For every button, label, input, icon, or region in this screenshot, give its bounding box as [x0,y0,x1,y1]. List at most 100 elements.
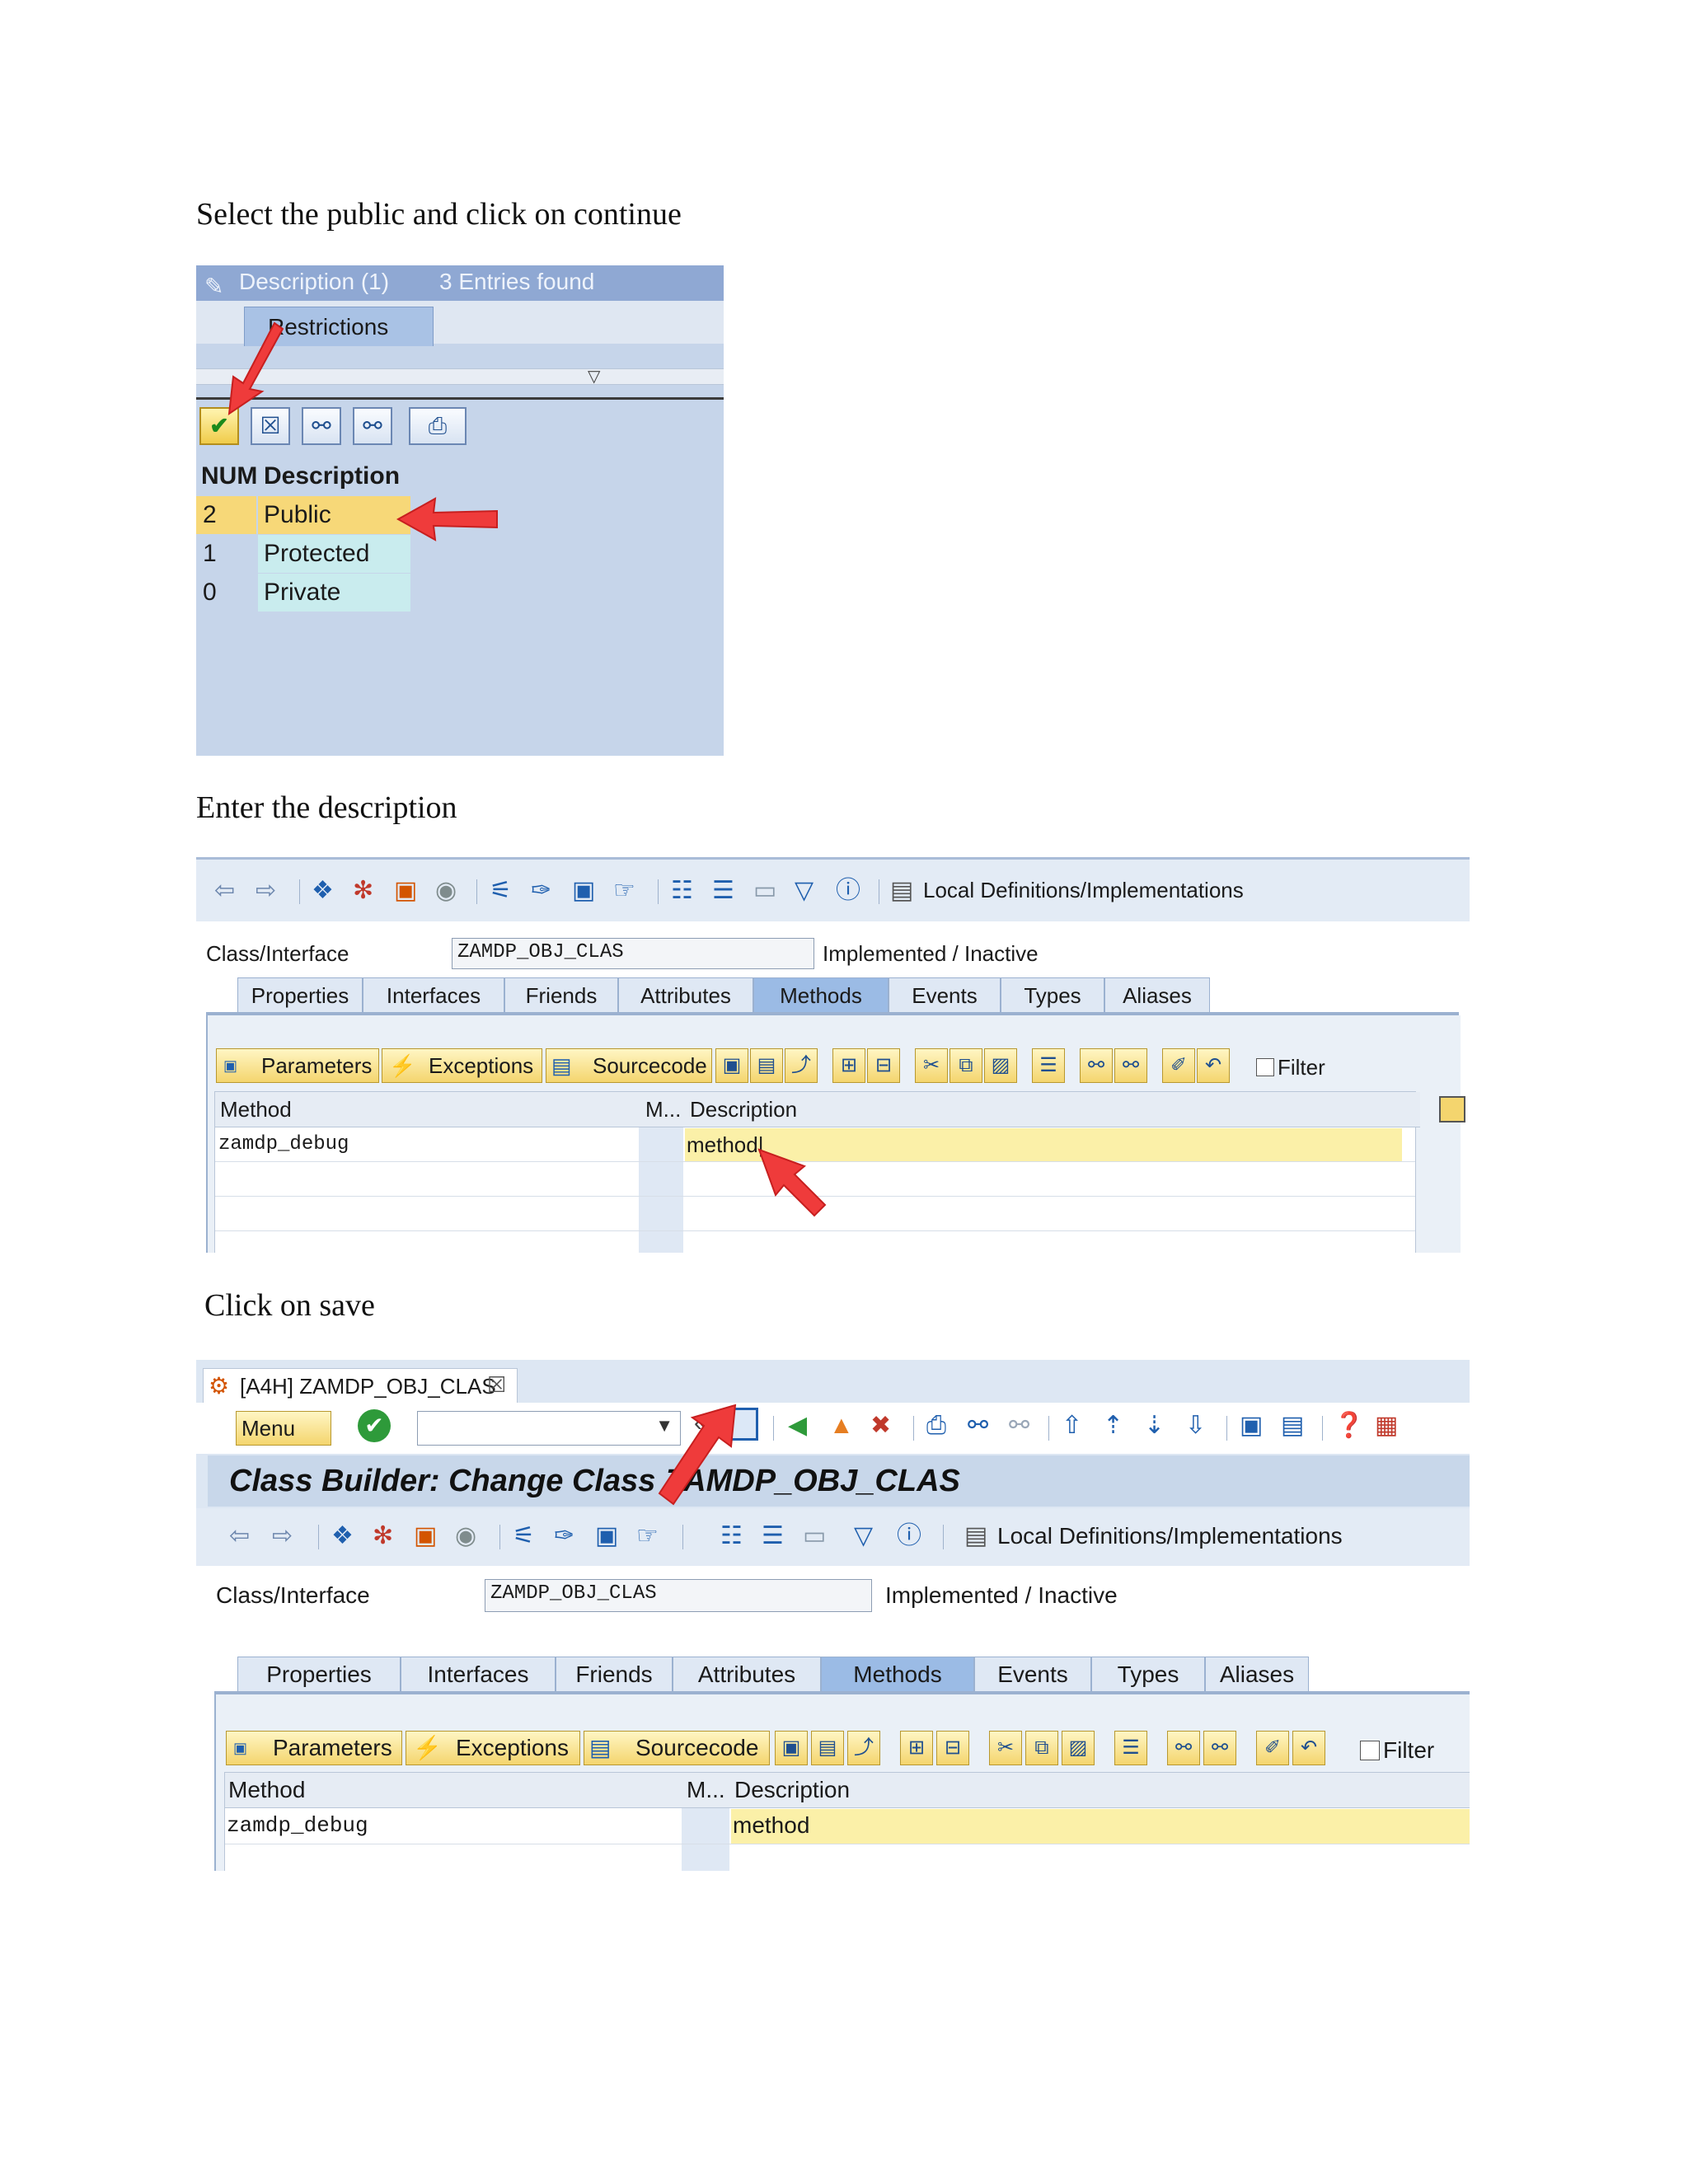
find-next-icon[interactable]: ⚯ [1203,1731,1236,1765]
find-icon[interactable]: ⚯ [968,1411,988,1441]
sort-icon[interactable]: ☰ [1114,1731,1147,1765]
tab-interfaces[interactable]: Interfaces [363,977,504,1012]
exceptions-button[interactable]: ⚡ Exceptions [406,1731,580,1765]
exceptions-button[interactable]: ⚡ Exceptions [382,1048,542,1083]
redefine-icon[interactable]: ⤴ [847,1731,880,1765]
description-cell[interactable]: method [731,1809,1470,1844]
find-next-icon[interactable]: ⚯ [1114,1048,1147,1083]
next-page-icon[interactable]: ⇣ [1144,1411,1165,1441]
tab-types[interactable]: Types [1001,977,1104,1012]
back-nav-icon[interactable]: ◀ [788,1411,807,1441]
align-icon[interactable]: ☰ [762,1521,784,1551]
other-object-icon[interactable]: ❖ [312,876,334,906]
enter-icon[interactable]: ✔ [358,1409,391,1442]
delete-row-icon[interactable]: ⊟ [936,1731,969,1765]
detail-icon[interactable]: ▣ [775,1731,808,1765]
undo-icon[interactable]: ↶ [1197,1048,1230,1083]
new-session-icon[interactable]: ▣ [1240,1411,1263,1441]
tab-methods[interactable]: Methods [821,1657,974,1691]
filter-checkbox[interactable] [1256,1058,1274,1076]
method-name-cell[interactable]: zamdp_debug [227,1809,368,1842]
window-icon[interactable]: ▭ [803,1521,826,1551]
filter-checkbox[interactable] [1360,1741,1380,1760]
active-inactive-icon[interactable]: ▣ [414,1521,437,1551]
parameters-button[interactable]: ▣ Parameters [226,1731,402,1765]
filter-icon[interactable]: ▽ [588,366,600,387]
copy-icon[interactable]: ▤ [811,1731,844,1765]
tab-friends[interactable]: Friends [556,1657,673,1691]
tab-aliases[interactable]: Aliases [1104,977,1210,1012]
find-icon[interactable]: ⚯ [1167,1731,1200,1765]
activate-icon[interactable]: ⚟ [513,1521,535,1551]
paste-icon[interactable]: ▨ [1062,1731,1095,1765]
filter-icon[interactable]: ▽ [795,876,814,906]
grid-settings-icon[interactable] [1439,1096,1465,1122]
col-method[interactable]: Method [215,1092,642,1127]
parameters-button[interactable]: ▣ Parameters [216,1048,379,1083]
menu-button[interactable]: Menu [236,1411,331,1446]
sourcecode-button[interactable]: ▤ Sourcecode [546,1048,712,1083]
col-description[interactable]: Description [685,1092,1420,1127]
find-icon[interactable]: ⚯ [1080,1048,1113,1083]
active-inactive-icon[interactable]: ▣ [394,876,417,906]
redefine-icon[interactable]: ⤴ [785,1048,818,1083]
back-icon[interactable]: ⇦ [214,876,235,906]
display-change-icon[interactable]: ✻ [353,876,373,906]
tab-properties[interactable]: Properties [237,977,363,1012]
tab-friends[interactable]: Friends [504,977,618,1012]
forward-icon[interactable]: ⇨ [272,1521,293,1551]
check-icon[interactable]: ◉ [455,1521,476,1551]
paste-icon[interactable]: ▨ [984,1048,1017,1083]
insert-row-icon[interactable]: ⊞ [832,1048,865,1083]
command-field[interactable]: ▼ [417,1411,681,1446]
other-object-icon[interactable]: ❖ [331,1521,354,1551]
tab-attributes[interactable]: Attributes [673,1657,821,1691]
document-icon[interactable]: ▤ [890,876,913,906]
cancel-icon[interactable]: ✖ [870,1411,891,1441]
col-m[interactable]: M... [683,1773,733,1808]
cut-icon[interactable]: ✂ [989,1731,1022,1765]
insert-row-icon[interactable]: ⊞ [900,1731,933,1765]
delete-row-icon[interactable]: ⊟ [867,1048,900,1083]
find-next-icon[interactable]: ⚯ [353,407,392,445]
check-icon[interactable]: ◉ [435,876,457,906]
tab-methods[interactable]: Methods [753,977,889,1012]
local-definitions-link[interactable]: Local Definitions/Implementations [997,1523,1343,1549]
help-icon[interactable]: ❓ [1334,1411,1364,1441]
last-page-icon[interactable]: ⇩ [1185,1411,1206,1441]
cut-icon[interactable]: ✂ [915,1048,948,1083]
list-item[interactable]: 2 Public [196,496,410,534]
where-used-icon[interactable]: ▣ [572,876,595,906]
col-description[interactable]: Description [731,1773,1470,1808]
list-item[interactable]: 1 Protected [196,535,410,573]
method-name-cell[interactable]: zamdp_debug [218,1128,349,1161]
layout-icon[interactable]: ▦ [1375,1411,1398,1441]
first-page-icon[interactable]: ⇧ [1062,1411,1082,1441]
tab-interfaces[interactable]: Interfaces [401,1657,556,1691]
test-icon[interactable]: ✑ [531,876,551,906]
find-next-icon[interactable]: ⚯ [1009,1411,1029,1441]
sourcecode-button[interactable]: ▤ Sourcecode [584,1731,770,1765]
where-used-icon[interactable]: ▣ [595,1521,618,1551]
filter-icon[interactable]: ▽ [854,1521,873,1551]
copy-row-icon[interactable]: ⧉ [950,1048,982,1083]
tab-events[interactable]: Events [974,1657,1091,1691]
tab-events[interactable]: Events [889,977,1001,1012]
class-interface-field[interactable]: ZAMDP_OBJ_CLAS [452,938,814,969]
exit-icon[interactable]: ▲ [829,1411,854,1441]
col-m[interactable]: M... [640,1092,688,1127]
class-interface-field[interactable]: ZAMDP_OBJ_CLAS [485,1579,872,1612]
tab-attributes[interactable]: Attributes [618,977,753,1012]
close-icon[interactable]: ☒ [487,1372,506,1398]
tab-types[interactable]: Types [1091,1657,1205,1691]
object-list-icon[interactable]: ☞ [613,876,635,906]
info-icon[interactable]: ⓘ [836,876,860,906]
test-icon[interactable]: ✑ [554,1521,574,1551]
info-icon[interactable]: ⓘ [897,1521,921,1551]
print-icon[interactable]: ⎙ [926,1411,946,1441]
copy-icon[interactable]: ▤ [750,1048,783,1083]
back-icon[interactable]: ⇦ [229,1521,250,1551]
align-icon[interactable]: ☰ [712,876,734,906]
activate-icon[interactable]: ⚟ [490,876,512,906]
document-icon[interactable]: ▤ [964,1521,987,1551]
